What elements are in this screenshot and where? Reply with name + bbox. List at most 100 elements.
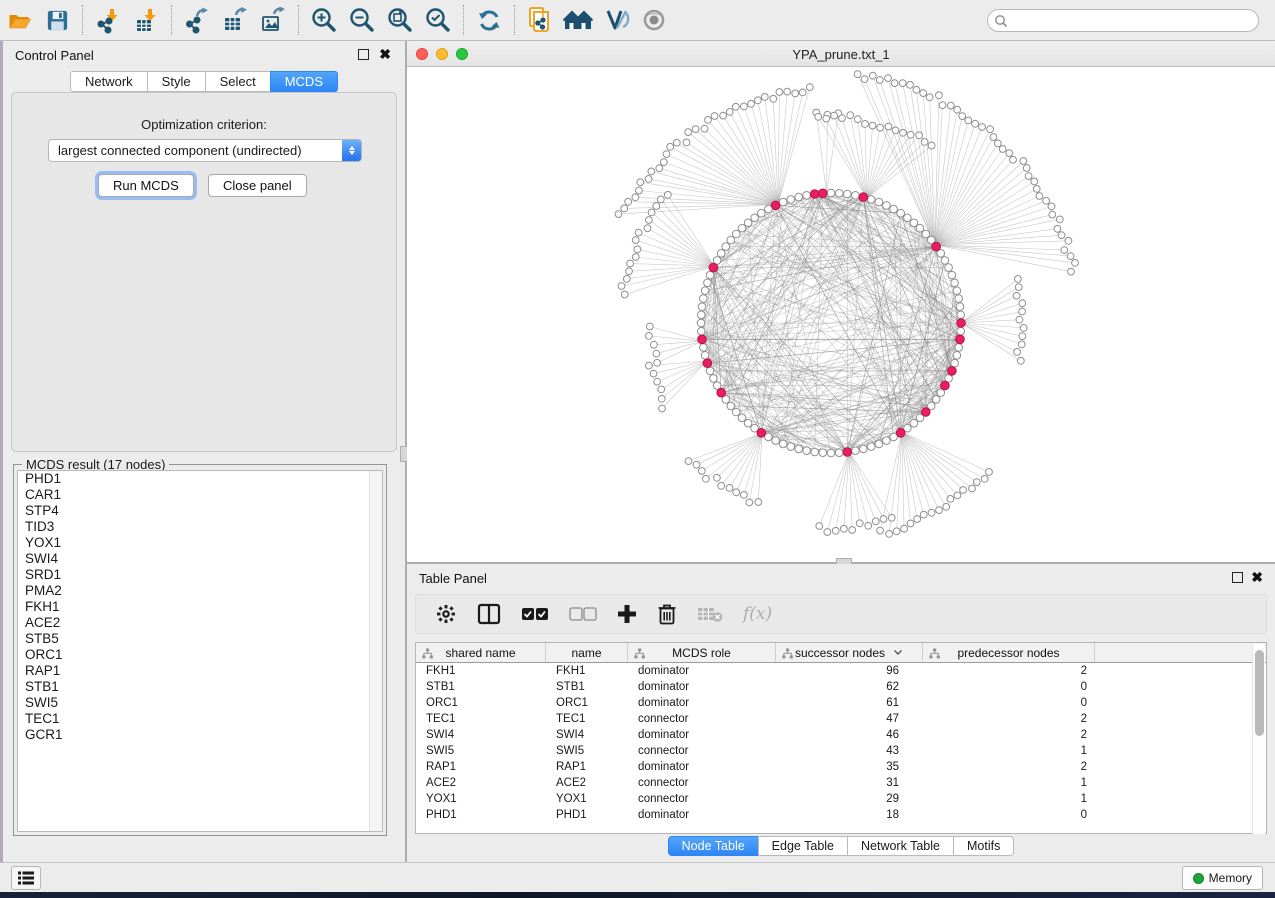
graph-leaf-node[interactable]	[726, 109, 733, 116]
graph-leaf-node[interactable]	[646, 333, 653, 340]
graph-node[interactable]	[875, 198, 883, 206]
tab-style[interactable]: Style	[147, 71, 205, 92]
graph-leaf-node[interactable]	[987, 126, 994, 133]
tab-network[interactable]: Network	[70, 71, 147, 92]
zoom-fit-button[interactable]	[381, 3, 419, 37]
graph-leaf-node[interactable]	[926, 94, 933, 101]
graph-leaf-node[interactable]	[1031, 178, 1038, 185]
graph-leaf-node[interactable]	[741, 492, 748, 499]
graph-leaf-node[interactable]	[636, 187, 643, 194]
graph-leaf-node[interactable]	[748, 100, 755, 107]
graph-leaf-node[interactable]	[683, 139, 690, 146]
graph-leaf-node[interactable]	[839, 115, 846, 122]
graph-leaf-node[interactable]	[1025, 173, 1032, 180]
graph-leaf-node[interactable]	[856, 520, 863, 527]
graph-leaf-node[interactable]	[969, 485, 976, 492]
criterion-dropdown[interactable]: largest connected component (undirected)	[48, 139, 362, 162]
graph-leaf-node[interactable]	[1006, 150, 1013, 157]
mcds-result-item[interactable]: TID3	[18, 519, 382, 535]
zoom-in-button[interactable]	[305, 3, 343, 37]
table-row[interactable]: PHD1PHD1dominator180	[416, 807, 1266, 823]
graph-leaf-node[interactable]	[664, 191, 671, 198]
graph-mcds-node[interactable]	[922, 408, 931, 417]
graph-node[interactable]	[948, 271, 956, 279]
graph-leaf-node[interactable]	[885, 75, 892, 82]
graph-leaf-node[interactable]	[891, 80, 898, 87]
graph-leaf-node[interactable]	[886, 531, 893, 538]
graph-leaf-node[interactable]	[1016, 316, 1023, 323]
graph-leaf-node[interactable]	[816, 523, 823, 530]
run-mcds-button[interactable]: Run MCDS	[98, 174, 194, 197]
graph-leaf-node[interactable]	[920, 90, 927, 97]
graph-leaf-node[interactable]	[943, 503, 950, 510]
graph-node[interactable]	[758, 209, 766, 217]
mcds-result-item[interactable]: STP4	[18, 503, 382, 519]
graph-leaf-node[interactable]	[615, 211, 622, 218]
graph-node[interactable]	[922, 230, 930, 238]
column-header-MCDS-role[interactable]: MCDS role	[628, 643, 776, 662]
graph-leaf-node[interactable]	[634, 246, 641, 253]
graph-leaf-node[interactable]	[869, 72, 876, 79]
graph-leaf-node[interactable]	[965, 117, 972, 124]
graph-node[interactable]	[955, 344, 963, 352]
graph-node[interactable]	[727, 402, 735, 410]
table-scrollbar-thumb[interactable]	[1255, 650, 1264, 736]
graph-leaf-node[interactable]	[653, 350, 660, 357]
table-row[interactable]: STB1STB1dominator620	[416, 679, 1266, 695]
graph-leaf-node[interactable]	[900, 129, 907, 136]
graph-node[interactable]	[932, 396, 940, 404]
result-scrollbar[interactable]	[369, 471, 382, 831]
mcds-result-item[interactable]: YOX1	[18, 535, 382, 551]
tab-select[interactable]: Select	[205, 71, 270, 92]
graph-node[interactable]	[803, 447, 811, 455]
graph-leaf-node[interactable]	[1068, 268, 1075, 275]
graph-leaf-node[interactable]	[869, 122, 876, 129]
graph-node[interactable]	[704, 279, 712, 287]
graph-leaf-node[interactable]	[936, 507, 943, 514]
float-table-panel-icon[interactable]	[1232, 572, 1243, 583]
graph-node[interactable]	[710, 375, 718, 383]
graph-leaf-node[interactable]	[776, 89, 783, 96]
graph-leaf-node[interactable]	[913, 86, 920, 93]
graph-leaf-node[interactable]	[648, 168, 655, 175]
graph-node[interactable]	[738, 414, 746, 422]
mcds-result-item[interactable]: RAP1	[18, 663, 382, 679]
graph-leaf-node[interactable]	[733, 489, 740, 496]
graphics-details-button[interactable]	[597, 3, 635, 37]
mcds-result-list[interactable]: PHD1CAR1STP4TID3YOX1SWI4SRD1PMA2FKH1ACE2…	[17, 470, 383, 832]
graph-leaf-node[interactable]	[646, 217, 653, 224]
graph-mcds-node[interactable]	[709, 263, 718, 272]
mcds-result-item[interactable]: TEC1	[18, 711, 382, 727]
mcds-result-item[interactable]: CAR1	[18, 487, 382, 503]
graph-leaf-node[interactable]	[644, 225, 651, 232]
graph-leaf-node[interactable]	[959, 113, 966, 120]
graph-node[interactable]	[722, 243, 730, 251]
graph-leaf-node[interactable]	[892, 127, 899, 134]
graph-leaf-node[interactable]	[635, 229, 642, 236]
graph-node[interactable]	[910, 419, 918, 427]
graph-mcds-node[interactable]	[703, 359, 712, 368]
graph-node[interactable]	[819, 449, 827, 457]
table-scrollbar[interactable]	[1252, 644, 1265, 834]
graph-leaf-node[interactable]	[1036, 193, 1043, 200]
graph-leaf-node[interactable]	[623, 276, 630, 283]
clone-network-button[interactable]	[521, 3, 559, 37]
graph-leaf-node[interactable]	[979, 124, 986, 131]
graph-leaf-node[interactable]	[693, 461, 700, 468]
graph-node[interactable]	[732, 408, 740, 416]
graph-leaf-node[interactable]	[1014, 349, 1021, 356]
tab-mcds[interactable]: MCDS	[270, 71, 338, 92]
import-table-button[interactable]	[127, 3, 165, 37]
graph-leaf-node[interactable]	[1072, 260, 1079, 267]
graph-node[interactable]	[811, 448, 819, 456]
close-panel-button[interactable]: Close panel	[208, 174, 307, 197]
graph-node[interactable]	[835, 190, 843, 198]
graph-mcds-node[interactable]	[819, 189, 828, 198]
graph-leaf-node[interactable]	[632, 237, 639, 244]
tab-motifs[interactable]: Motifs	[953, 836, 1014, 856]
graph-leaf-node[interactable]	[650, 370, 657, 377]
graph-leaf-node[interactable]	[741, 103, 748, 110]
graph-node[interactable]	[955, 295, 963, 303]
node-table[interactable]: shared namenameMCDS rolesuccessor nodesp…	[415, 642, 1267, 834]
graph-leaf-node[interactable]	[862, 121, 869, 128]
